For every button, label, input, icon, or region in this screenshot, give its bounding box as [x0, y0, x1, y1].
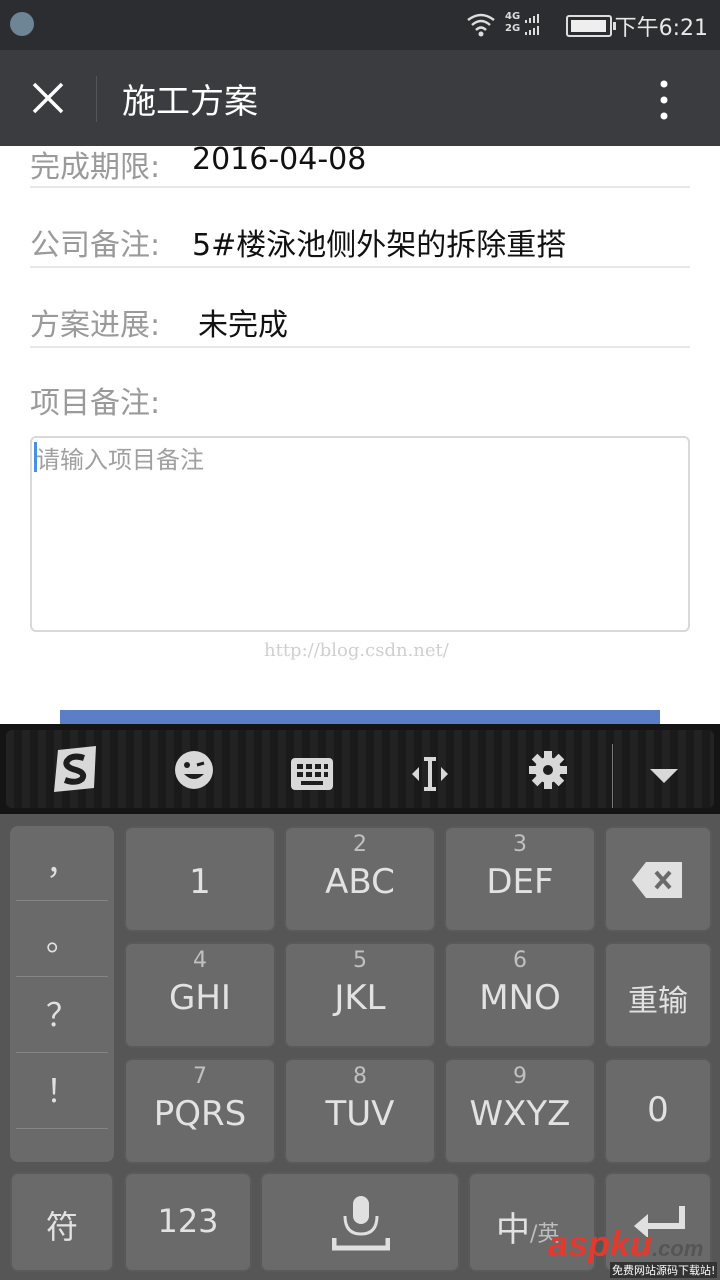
punctuation-column[interactable]: ， 。 ？ ！	[10, 826, 114, 1162]
numbers-button[interactable]: 123	[124, 1172, 252, 1272]
toolbar-divider	[612, 744, 613, 808]
network-type: 4G 2G	[505, 11, 521, 34]
key-9-wxyz[interactable]: 9 WXYZ	[444, 1058, 596, 1164]
key-0[interactable]: 0	[604, 1058, 712, 1164]
space-voice-button[interactable]	[260, 1172, 460, 1272]
wifi-icon	[467, 13, 495, 37]
company-remark-label: 公司备注:	[30, 228, 161, 263]
key-2-abc[interactable]: 2 ABC	[284, 826, 436, 932]
title-bar: 施工方案	[0, 50, 720, 146]
punct-key[interactable]: ？	[16, 978, 108, 1053]
microphone-icon	[332, 1196, 390, 1251]
key-5-jkl[interactable]: 5 JKL	[284, 942, 436, 1048]
progress-label: 方案进展:	[30, 308, 161, 343]
deadline-value: 2016-04-08	[192, 142, 367, 177]
keyboard-toolbar	[0, 724, 720, 814]
settings-icon[interactable]	[526, 750, 570, 790]
blog-watermark: http://blog.csdn.net/	[264, 640, 449, 661]
project-remark-input[interactable]: 请输入项目备注	[30, 436, 690, 632]
emoji-icon[interactable]	[172, 750, 216, 790]
cursor-move-icon[interactable]	[408, 754, 452, 794]
key-6-mno[interactable]: 6 MNO	[444, 942, 596, 1048]
sogou-logo-icon[interactable]	[50, 744, 102, 794]
form-row-deadline: 完成期限: 2016-04-08	[30, 140, 690, 188]
more-vertical-icon[interactable]	[654, 78, 674, 122]
form-row-company-remark: 公司备注: 5#楼泳池侧外架的拆除重搭	[30, 218, 690, 268]
key-1[interactable]: 1	[124, 826, 276, 932]
battery-icon	[566, 15, 616, 37]
deadline-label: 完成期限:	[30, 150, 161, 185]
app-notification-icon	[10, 12, 34, 36]
project-remark-placeholder: 请输入项目备注	[36, 446, 204, 474]
close-icon[interactable]	[28, 78, 68, 118]
submit-button[interactable]	[60, 710, 660, 724]
punct-key[interactable]: 。	[16, 902, 108, 977]
punct-key[interactable]: ，	[16, 826, 108, 901]
signal-icon	[525, 14, 539, 35]
key-7-pqrs[interactable]: 7 PQRS	[124, 1058, 276, 1164]
symbols-button[interactable]: 符	[10, 1172, 114, 1272]
key-8-tuv[interactable]: 8 TUV	[284, 1058, 436, 1164]
punct-key[interactable]: ！	[16, 1054, 108, 1129]
status-bar: 4G 2G 下午6:21	[0, 0, 720, 50]
retype-button[interactable]: 重输	[604, 942, 712, 1048]
project-remark-label: 项目备注:	[30, 386, 161, 421]
site-watermark: aspku.com 免费网站源码下载站!	[548, 1223, 718, 1278]
t9-keyboard: ， 。 ？ ！ 1 2 ABC 3 DEF 4 GHI 5 JKL 6 MNO 重输 7P…	[0, 814, 720, 1280]
backspace-icon	[632, 862, 682, 898]
delete-button[interactable]	[604, 826, 712, 932]
key-3-def[interactable]: 3 DEF	[444, 826, 596, 932]
company-remark-value: 5#楼泳池侧外架的拆除重搭	[192, 228, 567, 263]
clock: 下午6:21	[614, 16, 708, 41]
key-4-ghi[interactable]: 4 GHI	[124, 942, 276, 1048]
progress-value[interactable]: 未完成	[198, 300, 288, 344]
collapse-keyboard-icon[interactable]	[642, 756, 686, 796]
form-row-progress: 方案进展: 未完成	[30, 298, 690, 348]
keyboard-icon[interactable]	[290, 754, 334, 794]
title-divider	[96, 76, 97, 122]
page-title: 施工方案	[122, 82, 258, 122]
